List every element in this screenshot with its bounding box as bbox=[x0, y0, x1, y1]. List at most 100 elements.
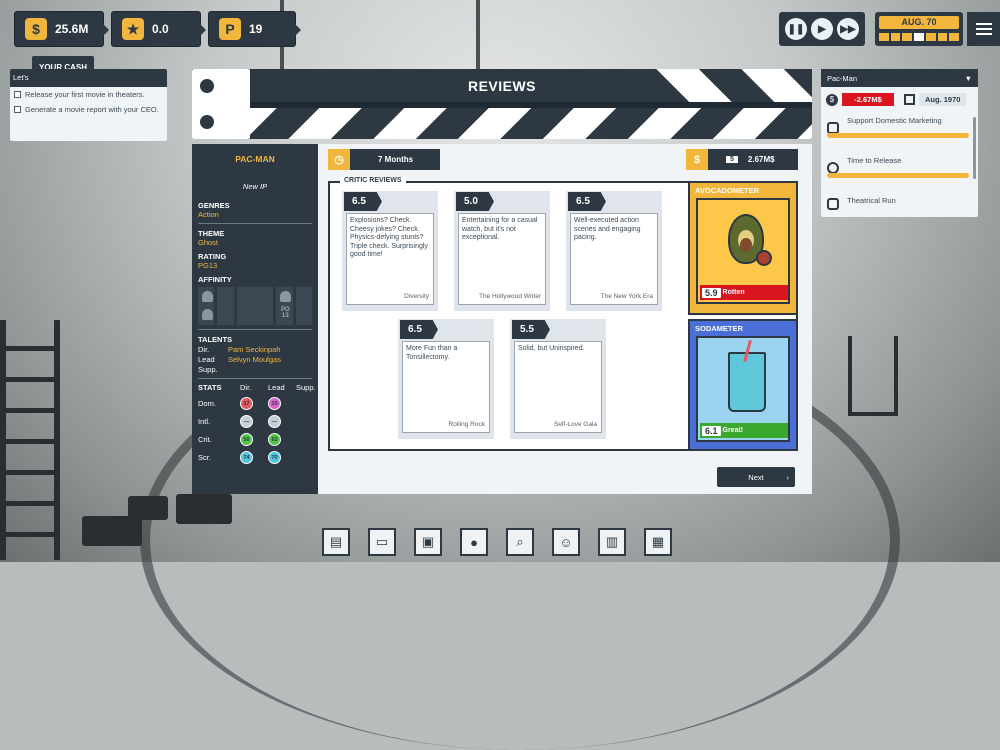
equipment-case bbox=[176, 494, 232, 524]
tickets-value: 19 bbox=[249, 22, 263, 36]
dollar-icon: $ bbox=[25, 18, 47, 40]
scrollbar[interactable] bbox=[973, 117, 976, 179]
building-icon[interactable]: ▦ bbox=[644, 528, 672, 556]
chart-icon[interactable]: ▥ bbox=[598, 528, 626, 556]
status-item-marketing[interactable]: Support Domestic Marketing bbox=[821, 112, 978, 152]
review-text: Entertaining for a casual watch, but it'… bbox=[462, 217, 538, 241]
stats-label: STATS bbox=[198, 383, 222, 392]
stat-lead-badge: 19 bbox=[268, 397, 281, 410]
affinity-slot bbox=[236, 287, 274, 325]
talent-row[interactable]: Supp. bbox=[198, 365, 312, 374]
clapperboard-header: REVIEWS bbox=[192, 69, 812, 139]
clock-icon: ◷ bbox=[328, 149, 350, 170]
time-controls: ❚❚ ▶ ▶▶ bbox=[779, 12, 865, 46]
avocadometer-verdict: Rotten bbox=[722, 289, 745, 296]
stars-counter[interactable]: ★ 0.0 bbox=[111, 11, 206, 47]
play-icon[interactable]: ▶ bbox=[811, 18, 833, 40]
stars-value: 0.0 bbox=[152, 22, 169, 36]
movie-ip: New IP bbox=[242, 182, 268, 191]
pause-icon[interactable]: ❚❚ bbox=[785, 18, 807, 40]
dollar-icon: $ bbox=[686, 149, 708, 170]
review-text: Explosions? Check. Cheesy jokes? Check. … bbox=[350, 217, 428, 258]
affinity-slot: PG 13 bbox=[276, 287, 293, 325]
review-source: The Hollywood Writer bbox=[478, 292, 541, 300]
movie-balance: -2.67M$ bbox=[842, 93, 894, 106]
status-item-label: Support Domestic Marketing bbox=[847, 116, 942, 125]
progress-bar bbox=[827, 173, 969, 178]
lightbulb-icon[interactable]: ● bbox=[460, 528, 488, 556]
status-item-label: Time to Release bbox=[847, 156, 902, 165]
stat-lead-badge: 70 bbox=[268, 451, 281, 464]
ghost-icon bbox=[202, 291, 213, 302]
stat-lead-badge: 63 bbox=[268, 433, 281, 446]
director-chair bbox=[848, 336, 898, 416]
stat-label: Dom. bbox=[198, 399, 216, 408]
bottom-toolbar: ▤ ▭ ▣ ● ⌕ ☺ ▥ ▦ bbox=[322, 528, 672, 556]
movie-name: PAC-MAN bbox=[235, 154, 275, 164]
search-icon[interactable]: ⌕ bbox=[506, 528, 534, 556]
menu-button[interactable] bbox=[967, 12, 1000, 46]
sodameter[interactable]: SODAMETER 6.1 Great! bbox=[688, 319, 798, 451]
avocadometer-title: AVOCADOMETER bbox=[695, 186, 760, 195]
dollar-icon: $ bbox=[826, 93, 838, 106]
sodameter-art: 6.1 Great! bbox=[696, 336, 790, 442]
progress-bar bbox=[827, 133, 969, 138]
checkbox-icon[interactable] bbox=[14, 106, 21, 113]
stat-dir-badge: 74 bbox=[240, 451, 253, 464]
film-icon[interactable]: ▤ bbox=[322, 528, 350, 556]
tv-icon[interactable]: ▣ bbox=[414, 528, 442, 556]
avocadometer[interactable]: AVOCADOMETER 5.9 Rotten bbox=[688, 181, 798, 315]
avocadometer-badge: 5.9 Rotten bbox=[700, 285, 788, 300]
movie-status-panel: Pac-Man ▼ $ -2.67M$ Aug. 1970 Support Do… bbox=[821, 69, 978, 217]
status-item-theatrical[interactable]: Theatrical Run bbox=[821, 192, 978, 214]
talent-row[interactable]: Dir. Pam Seckinpah bbox=[198, 345, 312, 354]
goal-item[interactable]: Release your first movie in theaters. bbox=[10, 87, 167, 102]
rating-value: PG13 bbox=[198, 261, 218, 270]
rating-label: RATING bbox=[198, 252, 227, 261]
dropdown-icon[interactable]: ▼ bbox=[965, 74, 972, 83]
talent-role: Supp. bbox=[198, 365, 218, 374]
affinity-grid: PG 13 bbox=[198, 287, 312, 325]
review-card[interactable]: 6.5 Well-executed action scenes and enga… bbox=[566, 191, 662, 311]
month-progress bbox=[879, 33, 960, 41]
next-button[interactable]: Next › bbox=[717, 467, 795, 487]
affinity-label: AFFINITY bbox=[198, 275, 232, 284]
review-score: 5.5 bbox=[512, 320, 550, 339]
next-label: Next bbox=[748, 472, 764, 482]
goal-text: Release your first movie in theaters. bbox=[25, 90, 145, 99]
theme-value: Ghost bbox=[198, 238, 219, 247]
review-text: Solid, but Uninspired. bbox=[518, 345, 585, 352]
critic-reviews-label: CRITIC REVIEWS bbox=[340, 177, 406, 184]
genre-value: Action bbox=[198, 210, 219, 219]
star-icon: ★ bbox=[122, 18, 144, 40]
movie-status-header[interactable]: Pac-Man ▼ bbox=[821, 69, 978, 87]
review-text: More Fun than a Tonsillectomy. bbox=[406, 345, 458, 361]
fast-forward-icon[interactable]: ▶▶ bbox=[837, 18, 859, 40]
theater-icon bbox=[827, 198, 839, 210]
review-score: 5.0 bbox=[456, 192, 494, 211]
status-item-release[interactable]: Time to Release bbox=[821, 152, 978, 192]
review-card[interactable]: 5.5 Solid, but Uninspired. Self-Love Gala bbox=[510, 319, 606, 439]
review-score: 6.5 bbox=[400, 320, 438, 339]
review-source: Rolling Rock bbox=[448, 420, 486, 428]
goal-item[interactable]: Generate a movie report with your CEO. bbox=[10, 102, 167, 117]
ghost-icon bbox=[202, 309, 213, 320]
review-card[interactable]: 5.0 Entertaining for a casual watch, but… bbox=[454, 191, 550, 311]
review-card[interactable]: 6.5 More Fun than a Tonsillectomy. Rollin… bbox=[398, 319, 494, 439]
budget-rank: 5 bbox=[726, 156, 738, 163]
talent-name: Selvyn Moulgas bbox=[228, 355, 281, 364]
folder-icon[interactable]: ▭ bbox=[368, 528, 396, 556]
cash-counter[interactable]: $ 25.6M bbox=[14, 11, 109, 47]
sodameter-title: SODAMETER bbox=[695, 324, 743, 333]
status-item-label: Theatrical Run bbox=[847, 196, 896, 205]
talent-row[interactable]: Lead Selvyn Moulgas bbox=[198, 355, 312, 364]
checkbox-icon[interactable] bbox=[14, 91, 21, 98]
reviews-window: REVIEWS PAC-MAN New IP GENRES Action THE… bbox=[192, 69, 812, 494]
theme-label: THEME bbox=[198, 229, 225, 238]
tickets-counter[interactable]: P 19 bbox=[208, 11, 301, 47]
people-icon[interactable]: ☺ bbox=[552, 528, 580, 556]
review-source: The New York Era bbox=[600, 292, 653, 300]
stat-label: Crit. bbox=[198, 435, 212, 444]
talent-role: Lead bbox=[198, 355, 215, 364]
review-card[interactable]: 6.5 Explosions? Check. Cheesy jokes? Che… bbox=[342, 191, 438, 311]
